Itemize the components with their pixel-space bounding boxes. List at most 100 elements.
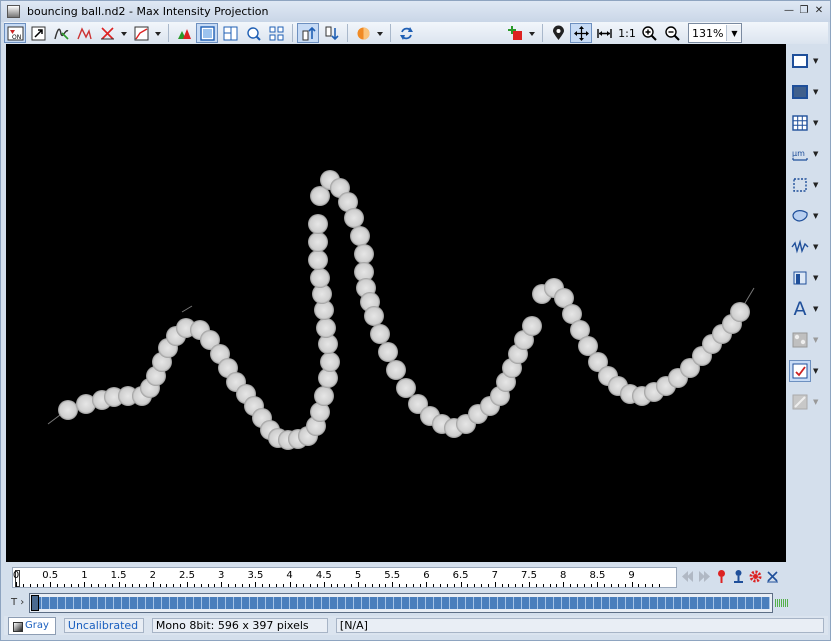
color-wheel-icon[interactable] bbox=[352, 23, 374, 43]
next-icon[interactable] bbox=[696, 568, 713, 585]
up-arrow-icon[interactable] bbox=[297, 23, 319, 43]
overlay-check-icon[interactable] bbox=[789, 359, 811, 382]
histogram-icon[interactable] bbox=[73, 23, 95, 43]
ruler-minor-tick bbox=[111, 584, 113, 587]
toolbar-divider bbox=[390, 24, 391, 42]
layers-disabled-icon[interactable] bbox=[789, 391, 811, 413]
close-icon[interactable]: ✕ bbox=[812, 4, 826, 18]
color-dropdown-icon[interactable] bbox=[375, 23, 385, 43]
measure-scale-icon[interactable]: µm bbox=[789, 143, 811, 165]
add-object-icon[interactable] bbox=[504, 23, 526, 43]
chevron-down-icon[interactable]: ▼ bbox=[813, 119, 818, 127]
sidebar-item-overlay[interactable]: ▼ bbox=[787, 355, 827, 386]
chevron-down-icon[interactable]: ▼ bbox=[726, 25, 742, 41]
tile-view-icon[interactable] bbox=[265, 23, 287, 43]
add-object-dropdown-icon[interactable] bbox=[527, 23, 537, 43]
chevron-down-icon[interactable]: ▼ bbox=[813, 181, 818, 189]
zoom-out-icon[interactable] bbox=[661, 23, 683, 43]
bookmark-icon[interactable] bbox=[789, 267, 811, 289]
minimize-icon[interactable]: — bbox=[782, 4, 796, 18]
filled-rectangle-icon[interactable] bbox=[789, 81, 811, 103]
sidebar-item-text[interactable]: A ▼ bbox=[787, 293, 827, 324]
sidebar-item-rectangle[interactable]: ▼ bbox=[787, 45, 827, 76]
calibration-field[interactable]: Uncalibrated bbox=[63, 618, 144, 633]
restore-icon[interactable]: ❐ bbox=[797, 4, 811, 18]
sidebar-item-layers[interactable]: ▼ bbox=[787, 386, 827, 417]
ruler-minor-tick bbox=[337, 584, 339, 587]
ruler-tick-label: 8.5 bbox=[589, 570, 606, 581]
ruler-minor-tick bbox=[570, 584, 572, 587]
sidebar-item-crop[interactable]: ▼ bbox=[787, 169, 827, 200]
text-annotation-icon[interactable]: A bbox=[789, 298, 811, 320]
ruler-minor-tick bbox=[269, 584, 271, 587]
refresh-icon[interactable] bbox=[395, 23, 417, 43]
red-pin-icon[interactable] bbox=[713, 568, 730, 585]
sidebar-item-bezier[interactable]: ▼ bbox=[787, 200, 827, 231]
chevron-down-icon[interactable]: ▼ bbox=[813, 57, 818, 65]
sidebar-item-binary[interactable]: ▼ bbox=[787, 324, 827, 355]
auto-contrast-icon[interactable] bbox=[50, 23, 72, 43]
crop-icon[interactable] bbox=[789, 174, 811, 196]
sidebar-item-bookmark[interactable]: ▼ bbox=[787, 262, 827, 293]
channels-icon[interactable] bbox=[173, 23, 195, 43]
bezier-roi-icon[interactable] bbox=[789, 205, 811, 227]
one-to-one-zoom[interactable]: 1:1 bbox=[616, 27, 638, 40]
ruler-tick-label: 5.5 bbox=[384, 570, 401, 581]
blue-pin-icon[interactable] bbox=[730, 568, 747, 585]
time-slider[interactable] bbox=[29, 593, 773, 613]
fit-window-icon[interactable] bbox=[570, 23, 592, 43]
sidebar-item-grid[interactable]: ▼ bbox=[787, 107, 827, 138]
single-view-icon[interactable] bbox=[196, 23, 218, 43]
ruler-minor-tick bbox=[228, 584, 230, 587]
time-ruler[interactable]: 0 0.5 1 1.5 2 2.5 3 3.5 4 4.5 5 5.5 6 6.5 7 7.5 8 8.5 9 bbox=[12, 567, 677, 588]
rectangle-roi-icon[interactable] bbox=[789, 50, 811, 72]
ruler-minor-tick bbox=[43, 584, 45, 587]
chevron-down-icon[interactable]: ▼ bbox=[813, 305, 818, 313]
chevron-down-icon[interactable]: ▼ bbox=[813, 274, 818, 282]
title-bar[interactable]: bouncing ball.nd2 - Max Intensity Projec… bbox=[1, 1, 830, 22]
zoom-in-icon[interactable] bbox=[638, 23, 660, 43]
prev-icon[interactable] bbox=[679, 568, 696, 585]
chevron-down-icon[interactable]: ▼ bbox=[813, 336, 818, 344]
split-view-icon[interactable] bbox=[219, 23, 241, 43]
arrow-select-icon[interactable] bbox=[27, 23, 49, 43]
binary-layers-icon[interactable] bbox=[789, 329, 811, 351]
chevron-down-icon[interactable]: ▼ bbox=[813, 212, 818, 220]
zoom-lens-icon[interactable] bbox=[242, 23, 264, 43]
chevron-down-icon[interactable]: ▼ bbox=[813, 398, 818, 406]
close-ruler-icon[interactable] bbox=[764, 568, 781, 585]
scale-dropdown-icon[interactable] bbox=[119, 23, 129, 43]
gear-icon[interactable] bbox=[747, 568, 764, 585]
zoom-select[interactable]: 131% ▼ bbox=[688, 23, 743, 43]
ruler-tick bbox=[323, 582, 325, 587]
lut-on-icon[interactable]: ON bbox=[4, 23, 26, 43]
sidebar-item-filled-rectangle[interactable]: ▼ bbox=[787, 76, 827, 107]
profile-wave-icon[interactable] bbox=[789, 236, 811, 258]
time-slider-thumb[interactable] bbox=[31, 595, 39, 611]
location-pin-icon[interactable] bbox=[547, 23, 569, 43]
sidebar-item-profile[interactable]: ▼ bbox=[787, 231, 827, 262]
curve-dropdown-icon[interactable] bbox=[153, 23, 163, 43]
ruler-tick bbox=[255, 582, 257, 587]
ruler-minor-tick bbox=[63, 584, 65, 587]
chevron-down-icon[interactable]: ▼ bbox=[813, 150, 818, 158]
svg-text:ON: ON bbox=[12, 34, 21, 41]
fit-width-icon[interactable] bbox=[593, 23, 615, 43]
t-axis-label: T › bbox=[11, 597, 25, 608]
time-slider-row: T › bbox=[9, 593, 789, 613]
sidebar-item-measure[interactable]: µm ▼ bbox=[787, 138, 827, 169]
curve-icon[interactable] bbox=[130, 23, 152, 43]
scale-icon[interactable] bbox=[96, 23, 118, 43]
grid-icon[interactable] bbox=[789, 112, 811, 134]
down-arrow-icon[interactable] bbox=[320, 23, 342, 43]
ruler-tick-label: 0 bbox=[12, 570, 20, 581]
image-info-field: Mono 8bit: 596 x 397 pixels bbox=[151, 618, 328, 633]
app-window: bouncing ball.nd2 - Max Intensity Projec… bbox=[0, 0, 831, 641]
chevron-down-icon[interactable]: ▼ bbox=[813, 367, 818, 375]
image-viewport[interactable] bbox=[6, 44, 786, 562]
lut-tab-gray[interactable]: Gray bbox=[8, 616, 56, 635]
image-toolbar: ON 1:1 131% ▼ bbox=[4, 22, 828, 44]
chevron-down-icon[interactable]: ▼ bbox=[813, 243, 818, 251]
ruler-minor-tick bbox=[549, 584, 551, 587]
chevron-down-icon[interactable]: ▼ bbox=[813, 88, 818, 96]
